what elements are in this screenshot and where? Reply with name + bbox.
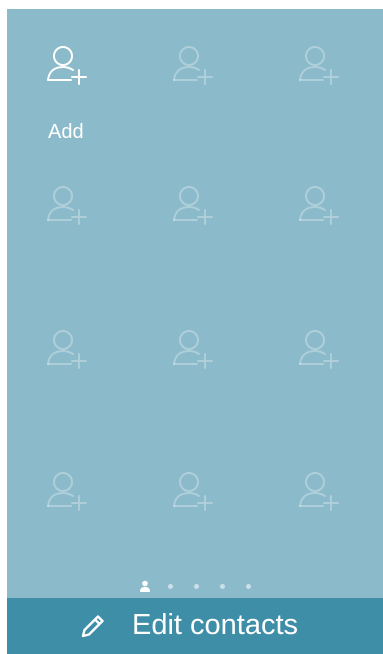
pencil-icon: [79, 612, 107, 640]
add-contact-icon[interactable]: [171, 183, 215, 227]
page-dot[interactable]: [246, 584, 251, 589]
add-contact-icon[interactable]: [297, 43, 341, 87]
add-contact-icon[interactable]: [45, 43, 89, 87]
page-dot[interactable]: [194, 584, 199, 589]
empty-favorite-slot[interactable]: [133, 9, 259, 109]
edit-contacts-button[interactable]: Edit contacts: [7, 598, 383, 654]
add-contact-icon[interactable]: [171, 327, 215, 371]
add-favorite-slot[interactable]: Add: [7, 9, 133, 143]
empty-favorite-slot[interactable]: [259, 9, 383, 109]
page-dot[interactable]: [220, 584, 225, 589]
empty-favorite-slot[interactable]: [7, 435, 133, 535]
favorites-screen: Add Edit contacts: [7, 9, 383, 654]
empty-favorite-slot[interactable]: [133, 293, 259, 393]
empty-favorite-slot[interactable]: [133, 435, 259, 535]
add-contact-icon[interactable]: [171, 469, 215, 513]
empty-favorite-slot[interactable]: [259, 435, 383, 535]
add-contact-icon[interactable]: [297, 469, 341, 513]
empty-favorite-slot[interactable]: [259, 149, 383, 249]
empty-favorite-slot[interactable]: [133, 149, 259, 249]
empty-favorite-slot[interactable]: [7, 293, 133, 393]
add-label[interactable]: Add: [48, 121, 84, 144]
add-contact-icon[interactable]: [45, 183, 89, 227]
person-icon[interactable]: [139, 579, 151, 592]
add-contact-icon[interactable]: [297, 327, 341, 371]
empty-favorite-slot[interactable]: [259, 293, 383, 393]
page-indicator: [7, 578, 383, 594]
add-contact-icon[interactable]: [171, 43, 215, 87]
add-contact-icon[interactable]: [297, 183, 341, 227]
page-dot[interactable]: [168, 584, 173, 589]
empty-favorite-slot[interactable]: [7, 149, 133, 249]
add-contact-icon[interactable]: [45, 327, 89, 371]
add-contact-icon[interactable]: [45, 469, 89, 513]
edit-contacts-label: Edit contacts: [132, 609, 299, 641]
